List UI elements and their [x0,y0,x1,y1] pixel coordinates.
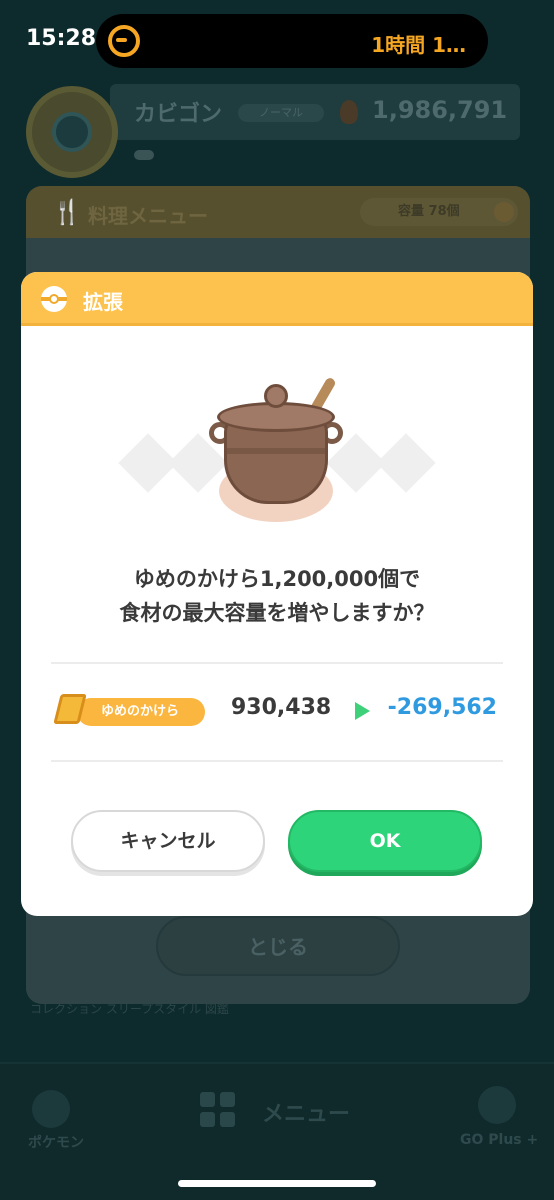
menu-grid-icon [200,1092,236,1128]
question-line-1: ゆめのかけら1,200,000個で [133,567,421,591]
divider [51,760,503,762]
panel-header: 🍴 料理メニュー 容量 78個 [26,186,530,238]
capacity-button[interactable]: 容量 78個 [360,198,518,226]
flame-icon [340,100,358,124]
nav-item-pokemon[interactable]: ポケモン [28,1132,84,1152]
pokemon-nav-icon [32,1090,70,1128]
progress-bar [134,150,154,160]
currency-change-row: ゆめのかけら 930,438 -269,562 [21,662,533,762]
home-indicator[interactable] [178,1180,376,1187]
pokeball-icon [41,286,67,312]
dialog-header: 拡張 [21,272,533,326]
status-bar: 15:28 1時間 1… [0,0,554,86]
pokeball-icon [52,112,92,152]
pot-illustration [21,376,533,532]
current-amount: 930,438 [231,695,332,720]
currency-badge: ゆめのかけら [77,698,205,726]
clock: 15:28 [26,26,97,51]
panel-caption: コレクション スリープスタイル 図鑑 [30,1002,229,1016]
pot-band [227,448,325,454]
capacity-label: 容量 78個 [398,204,460,219]
cancel-button[interactable]: キャンセル [71,810,265,872]
timer-icon [108,25,140,57]
question-line-2: 食材の最大容量を増やしますか？ [119,601,435,625]
pot-knob [264,384,288,408]
dynamic-island[interactable]: 1時間 1… [96,14,488,68]
nav-item-go-plus[interactable]: GO Plus + [460,1132,538,1148]
expand-dialog: 拡張 ゆめのかけら1,200,000個で 食材の最大容量を増やしますか？ ゆめの… [21,272,533,916]
close-button[interactable]: とじる [156,916,400,976]
pokemon-name: カビゴン [134,102,223,127]
go-plus-icon [478,1086,516,1124]
ok-button[interactable]: OK [288,810,482,872]
activity-text: 1時間 1… [371,33,466,57]
resulting-amount: -269,562 [387,695,497,720]
energy-value: 1,986,791 [372,96,508,124]
arrow-right-icon [355,702,370,720]
confirmation-question: ゆめのかけら1,200,000個で 食材の最大容量を増やしますか？ [21,562,533,630]
dialog-title: 拡張 [83,290,123,314]
fork-knife-icon: 🍴 [52,198,82,226]
rank-badge: ノーマル [238,104,324,122]
panel-title: 料理メニュー [88,204,208,228]
avatar [26,86,118,178]
diamond-decoration [376,433,436,493]
nav-item-menu[interactable]: メニュー [262,1096,350,1128]
plus-icon [494,202,514,222]
